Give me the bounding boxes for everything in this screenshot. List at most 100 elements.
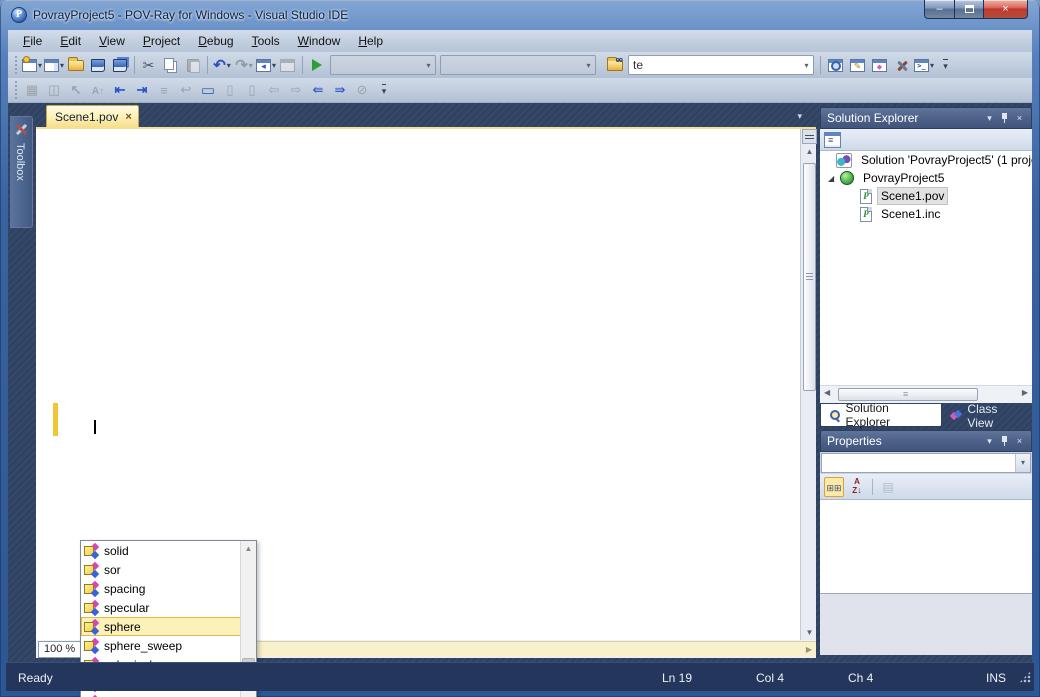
maximize-button[interactable] bbox=[954, 0, 983, 19]
panel-menu-chevron-icon[interactable]: ▾ bbox=[982, 436, 997, 447]
navigate-backward-button[interactable]: ▾ bbox=[255, 54, 277, 76]
alphabetical-sort-button[interactable]: AZ bbox=[847, 477, 867, 497]
shift-right-button[interactable] bbox=[329, 79, 351, 101]
autocomplete-item[interactable]: sphere bbox=[81, 617, 241, 636]
decrease-indent-button[interactable] bbox=[109, 79, 131, 101]
vertical-scroll-thumb[interactable] bbox=[803, 163, 816, 391]
find-in-files-button[interactable] bbox=[604, 54, 626, 76]
panel-menu-chevron-icon[interactable]: ▾ bbox=[982, 113, 997, 124]
pin-icon[interactable] bbox=[997, 435, 1012, 448]
menu-item[interactable]: Help bbox=[349, 31, 392, 51]
autocomplete-item[interactable]: spacing bbox=[81, 579, 241, 598]
properties-window-button[interactable] bbox=[847, 54, 869, 76]
tree-row[interactable]: Scene1.inc bbox=[820, 205, 1032, 223]
navigate-left-button[interactable] bbox=[263, 79, 285, 101]
panel-close-icon[interactable]: × bbox=[1012, 113, 1027, 123]
menu-item[interactable]: Window bbox=[289, 31, 350, 51]
paste-button[interactable] bbox=[182, 54, 204, 76]
categorized-button[interactable] bbox=[824, 477, 844, 497]
resize-grip[interactable] bbox=[1019, 671, 1031, 683]
navigate-right-button[interactable] bbox=[285, 79, 307, 101]
tree-row[interactable]: Scene1.pov bbox=[820, 187, 1032, 205]
scroll-down-icon[interactable]: ▼ bbox=[802, 626, 817, 639]
toolbox-button[interactable] bbox=[891, 54, 913, 76]
tree-item-icon bbox=[860, 207, 872, 222]
copy-button[interactable] bbox=[160, 54, 182, 76]
justify-button[interactable] bbox=[153, 79, 175, 101]
open-file-button[interactable] bbox=[65, 54, 87, 76]
editor-splitter-handle[interactable] bbox=[802, 129, 817, 144]
solution-explorer-horizontal-scrollbar[interactable]: ◀ ▶ bbox=[820, 385, 1032, 403]
autocomplete-item[interactable]: spiral2 bbox=[81, 693, 241, 697]
horizontal-scroll-thumb[interactable] bbox=[838, 388, 978, 401]
properties-header[interactable]: Properties ▾ × bbox=[820, 430, 1032, 452]
scroll-right-icon[interactable]: ▶ bbox=[802, 643, 816, 657]
tree-row[interactable]: ◢ PovrayProject5 bbox=[820, 169, 1032, 187]
minimize-button[interactable]: – bbox=[924, 0, 954, 19]
increase-indent-button[interactable] bbox=[131, 79, 153, 101]
tab-scene1-pov[interactable]: Scene1.pov × bbox=[46, 105, 139, 127]
scroll-left-icon[interactable]: ◀ bbox=[824, 388, 830, 397]
editor-vertical-scrollbar[interactable]: ▲ ▼ bbox=[800, 129, 816, 640]
insert-shape-button[interactable] bbox=[197, 79, 219, 101]
tab-close-icon[interactable]: × bbox=[125, 111, 131, 123]
search-combobox[interactable]: te ▾ bbox=[628, 55, 814, 75]
find-symbol-button[interactable] bbox=[825, 54, 847, 76]
undo-button[interactable]: ▾ bbox=[211, 54, 233, 76]
menu-item[interactable]: Tools bbox=[243, 31, 289, 51]
autocomplete-item[interactable]: sphere_sweep bbox=[81, 636, 241, 655]
format-text-button[interactable] bbox=[87, 79, 109, 101]
panel-close-icon[interactable]: × bbox=[1012, 436, 1027, 446]
tab-class-view[interactable]: Class View bbox=[942, 404, 1032, 427]
toolbox-autohide-tab[interactable]: Toolbox bbox=[10, 116, 33, 228]
save-button[interactable] bbox=[87, 54, 109, 76]
properties-grid[interactable] bbox=[820, 500, 1032, 594]
properties-button[interactable] bbox=[824, 132, 841, 148]
command-window-button[interactable]: ▾ bbox=[913, 54, 935, 76]
toolbar-grip[interactable] bbox=[13, 81, 18, 99]
schema-view-button[interactable] bbox=[21, 79, 43, 101]
toolbar-overflow-button[interactable] bbox=[373, 79, 395, 101]
title-bar[interactable]: P PovrayProject5 - POV-Ray for Windows -… bbox=[0, 0, 1040, 30]
menu-item[interactable]: Debug bbox=[189, 31, 242, 51]
platform-combobox[interactable]: ▾ bbox=[440, 55, 596, 75]
tab-solution-explorer[interactable]: Solution Explorer bbox=[820, 404, 942, 427]
balloon-right-button[interactable] bbox=[241, 79, 263, 101]
redo-button[interactable]: ▾ bbox=[233, 54, 255, 76]
shift-left-button[interactable] bbox=[307, 79, 329, 101]
menu-item[interactable]: File bbox=[14, 31, 51, 51]
link-windows-button[interactable] bbox=[43, 79, 65, 101]
tree-expander-icon[interactable]: ◢ bbox=[828, 174, 840, 183]
pin-icon[interactable] bbox=[997, 112, 1012, 125]
menu-item[interactable]: View bbox=[90, 31, 134, 51]
scroll-right-icon[interactable]: ▶ bbox=[1022, 388, 1028, 397]
close-button[interactable]: × bbox=[983, 0, 1028, 19]
start-render-button[interactable] bbox=[306, 54, 328, 76]
scroll-up-icon[interactable]: ▲ bbox=[241, 541, 256, 556]
autocomplete-item[interactable]: solid bbox=[81, 541, 241, 560]
autocomplete-item[interactable]: specular bbox=[81, 598, 241, 617]
add-item-button[interactable]: ▾ bbox=[43, 54, 65, 76]
menu-item[interactable]: Edit bbox=[51, 31, 90, 51]
scroll-up-icon[interactable]: ▲ bbox=[802, 145, 817, 158]
navigate-forward-button[interactable] bbox=[277, 54, 299, 76]
save-all-button[interactable] bbox=[109, 54, 131, 76]
document-list-chevron-icon[interactable]: ▾ bbox=[797, 111, 802, 122]
toolbar-button-icon bbox=[92, 83, 104, 97]
solution-explorer-header[interactable]: Solution Explorer ▾ × bbox=[820, 107, 1032, 129]
properties-object-combobox[interactable]: ▾ bbox=[820, 452, 1032, 474]
balloon-left-button[interactable] bbox=[219, 79, 241, 101]
property-pages-button[interactable] bbox=[878, 477, 898, 497]
tree-row[interactable]: Solution 'PovrayProject5' (1 proje bbox=[820, 151, 1032, 169]
wrap-button[interactable] bbox=[175, 79, 197, 101]
menu-item[interactable]: Project bbox=[134, 31, 189, 51]
zoom-disabled-button[interactable] bbox=[351, 79, 373, 101]
toolbar-overflow-button[interactable] bbox=[935, 54, 957, 76]
new-project-button[interactable]: ▾ bbox=[21, 54, 43, 76]
configuration-combobox[interactable]: ▾ bbox=[330, 55, 436, 75]
select-pointer-button[interactable] bbox=[65, 79, 87, 101]
toolbar-grip[interactable] bbox=[13, 56, 18, 74]
cut-button[interactable] bbox=[138, 54, 160, 76]
autocomplete-item[interactable]: sor bbox=[81, 560, 241, 579]
object-browser-button[interactable] bbox=[869, 54, 891, 76]
